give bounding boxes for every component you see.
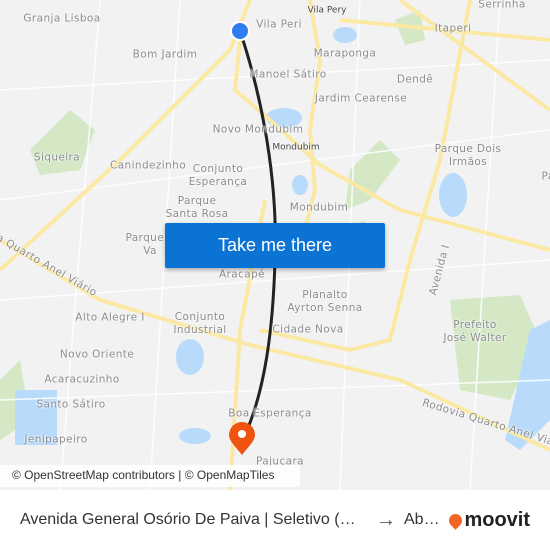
origin-marker xyxy=(230,21,250,41)
arrow-right-icon: → xyxy=(376,508,396,531)
map-label: Jenipapeiro xyxy=(24,433,88,446)
map-label: Vila Pery xyxy=(307,5,347,16)
map-label: Serrinha xyxy=(478,0,526,11)
map-label: Santo Sátiro xyxy=(36,398,106,411)
moovit-pin-icon xyxy=(446,510,466,530)
map-label: Jardim Cearense xyxy=(314,92,408,105)
map-label: Siqueira xyxy=(33,151,81,164)
map-label: Granja Lisboa xyxy=(23,12,101,25)
take-me-there-button[interactable]: Take me there xyxy=(165,223,385,268)
map-label: Pa xyxy=(541,170,550,183)
map-label: Novo Oriente xyxy=(59,348,135,361)
route-footer: Avenida General Osório De Paiva | Seleti… xyxy=(0,490,550,550)
origin-name: Avenida General Osório De Paiva | Seleti… xyxy=(20,511,356,528)
map-label: Vila Peri xyxy=(256,18,302,31)
map-label: Manoel Sátiro xyxy=(249,68,327,81)
map-label: Novo Mondubim xyxy=(212,123,304,136)
map-label: Itaperi xyxy=(434,22,472,35)
map-label: Dendê xyxy=(396,73,434,86)
map-label: Boa Esperança xyxy=(228,407,312,420)
map-label: Bom Jardim xyxy=(132,48,198,61)
destination-name: Ab… xyxy=(404,511,440,528)
map-label: Planalto Ayrton Senna xyxy=(287,289,363,314)
map-label: Alto Alegre I xyxy=(75,311,145,324)
map-label: Conjunto Esperança xyxy=(188,163,248,188)
map-label: Canindezinho xyxy=(109,159,187,172)
map-label: Acaracuzinho xyxy=(44,373,120,386)
map-label: Mondubim xyxy=(289,201,349,214)
map-label: Aracapé xyxy=(218,268,266,281)
map-attribution[interactable]: © OpenStreetMap contributors | © OpenMap… xyxy=(0,465,300,487)
map-label: Maraponga xyxy=(313,47,377,60)
map-label: Cidade Nova xyxy=(272,323,344,336)
map-label: Parque Dois Irmãos xyxy=(434,143,502,168)
map-label: Prefeito José Walter xyxy=(443,319,507,344)
moovit-logo: moovit xyxy=(446,509,530,532)
map-label: Parque Santa Rosa xyxy=(165,195,229,220)
map-label: Conjunto Industrial xyxy=(173,311,227,336)
map-label: Mondubim xyxy=(272,142,320,153)
